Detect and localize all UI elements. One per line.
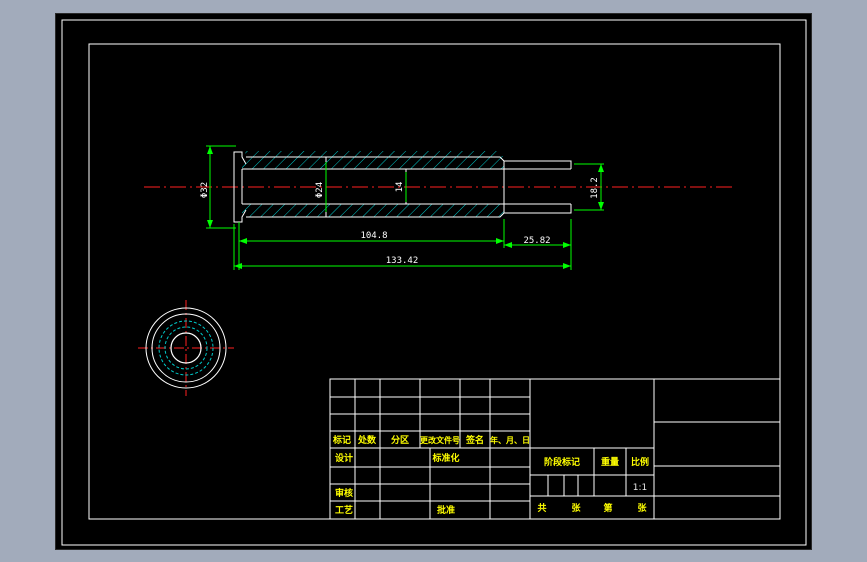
title-block: 标记 处数 分区 更改文件号 签名 年、月、日 设计 标准化 审核 工艺 批准 … (329, 378, 781, 520)
tb-sheets2: 张 (637, 502, 647, 514)
tb-sheets1: 张 (571, 502, 581, 514)
dim-len-main: 104.8 (360, 231, 387, 241)
tb-design: 设计 (335, 452, 353, 464)
dim-len-end: 25.82 (523, 236, 550, 246)
tb-scale-value: 1:1 (633, 483, 647, 493)
dim-d-bore: 14 (395, 182, 405, 193)
tb-review: 审核 (335, 487, 353, 499)
tb-mark: 标记 (332, 434, 351, 446)
tb-date: 年、月、日 (490, 435, 530, 445)
tb-stage-mark: 阶段标记 (544, 456, 580, 468)
dim-d-flange: Φ32 (200, 182, 210, 198)
tb-doc-no: 更改文件号 (420, 435, 460, 445)
tb-standardize: 标准化 (431, 452, 459, 464)
hatch-top (242, 156, 504, 169)
tb-weight: 重量 (601, 456, 619, 468)
tb-zone: 分区 (391, 434, 409, 446)
drawing-sheet: Φ32 Φ24 14 18.2 104.8 25.82 133.42 标记 处数… (55, 13, 812, 550)
tb-total: 共 (537, 502, 546, 514)
dim-len-total: 133.42 (386, 256, 419, 266)
dim-d-end: 18.2 (590, 177, 600, 199)
hatch-bottom (242, 204, 504, 217)
end-view (138, 300, 234, 396)
section-view: Φ32 Φ24 14 18.2 104.8 25.82 133.42 (144, 145, 734, 270)
cad-drawing: Φ32 Φ24 14 18.2 104.8 25.82 133.42 标记 处数… (61, 19, 807, 546)
dim-d-mid: Φ24 (315, 182, 325, 198)
tb-page: 第 (603, 502, 612, 514)
tb-count: 处数 (357, 434, 377, 446)
tb-approve: 批准 (437, 504, 455, 516)
tb-sign: 签名 (465, 434, 484, 446)
tb-scale: 比例 (631, 456, 649, 468)
tb-process: 工艺 (335, 504, 353, 516)
